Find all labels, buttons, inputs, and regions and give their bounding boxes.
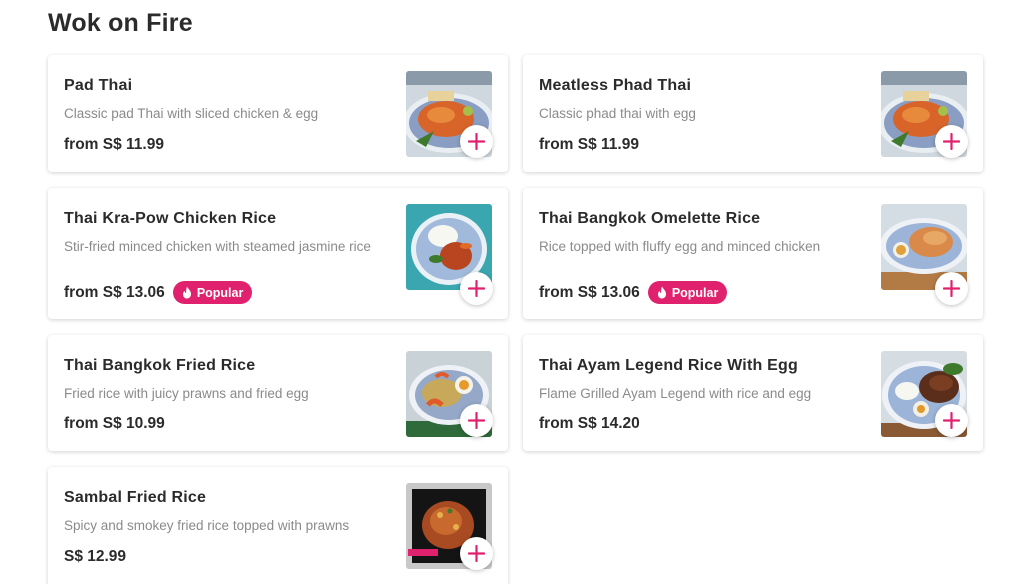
item-description: Flame Grilled Ayam Legend with rice and … (539, 386, 812, 401)
price-row: from S$ 11.99 (539, 136, 639, 154)
item-name: Thai Bangkok Omelette Rice (539, 210, 761, 227)
popular-badge: Popular (647, 281, 728, 304)
item-price: from S$ 11.99 (539, 136, 639, 153)
item-price: S$ 12.99 (64, 548, 127, 565)
menu-item-card[interactable]: Thai Bangkok Omelette Rice Rice topped w… (523, 188, 983, 319)
price-row: from S$ 11.99 (64, 136, 164, 154)
plus-icon (943, 412, 960, 429)
flame-icon (182, 286, 191, 299)
plus-icon (943, 280, 960, 297)
menu-item-card[interactable]: Pad Thai Classic pad Thai with sliced ch… (48, 55, 508, 172)
plus-icon (943, 133, 960, 150)
item-name: Thai Ayam Legend Rice With Egg (539, 357, 798, 374)
badge-label: Popular (196, 285, 244, 300)
price-row: from S$ 10.99 (64, 415, 165, 433)
item-name: Sambal Fried Rice (64, 489, 207, 506)
item-price: from S$ 10.99 (64, 415, 165, 432)
item-description: Rice topped with fluffy egg and minced c… (539, 239, 821, 254)
add-to-cart-button[interactable] (460, 404, 493, 437)
menu-item-card[interactable]: Thai Ayam Legend Rice With Egg Flame Gri… (523, 335, 983, 451)
add-to-cart-button[interactable] (935, 272, 968, 305)
price-row: from S$ 13.06 Popular (64, 281, 253, 304)
plus-icon (468, 545, 485, 562)
badge-label: Popular (671, 285, 719, 300)
add-to-cart-button[interactable] (935, 404, 968, 437)
item-price: from S$ 14.20 (539, 415, 640, 432)
price-row: from S$ 13.06 Popular (539, 281, 728, 304)
item-name: Pad Thai (64, 77, 133, 94)
page-title: Wok on Fire (48, 9, 193, 37)
price-row: from S$ 14.20 (539, 415, 640, 433)
plus-icon (468, 412, 485, 429)
plus-icon (468, 133, 485, 150)
menu-item-card[interactable]: Sambal Fried Rice Spicy and smokey fried… (48, 467, 508, 584)
add-to-cart-button[interactable] (460, 272, 493, 305)
item-name: Thai Bangkok Fried Rice (64, 357, 256, 374)
menu-item-card[interactable]: Thai Bangkok Fried Rice Fried rice with … (48, 335, 508, 451)
item-description: Classic phad thai with egg (539, 106, 696, 121)
item-description: Fried rice with juicy prawns and fried e… (64, 386, 309, 401)
add-to-cart-button[interactable] (460, 537, 493, 570)
item-name: Meatless Phad Thai (539, 77, 692, 94)
item-price: from S$ 11.99 (64, 136, 164, 153)
item-description: Spicy and smokey fried rice topped with … (64, 518, 350, 533)
menu-item-card[interactable]: Thai Kra-Pow Chicken Rice Stir-fried min… (48, 188, 508, 319)
item-price: from S$ 13.06 (64, 283, 165, 301)
price-row: S$ 12.99 (64, 548, 126, 566)
flame-icon (657, 286, 666, 299)
item-description: Stir-fried minced chicken with steamed j… (64, 239, 371, 254)
popular-badge: Popular (172, 281, 253, 304)
plus-icon (468, 280, 485, 297)
add-to-cart-button[interactable] (935, 125, 968, 158)
menu-item-card[interactable]: Meatless Phad Thai Classic phad thai wit… (523, 55, 983, 172)
item-price: from S$ 13.06 (539, 283, 640, 301)
add-to-cart-button[interactable] (460, 125, 493, 158)
item-name: Thai Kra-Pow Chicken Rice (64, 210, 277, 227)
item-description: Classic pad Thai with sliced chicken & e… (64, 106, 319, 121)
